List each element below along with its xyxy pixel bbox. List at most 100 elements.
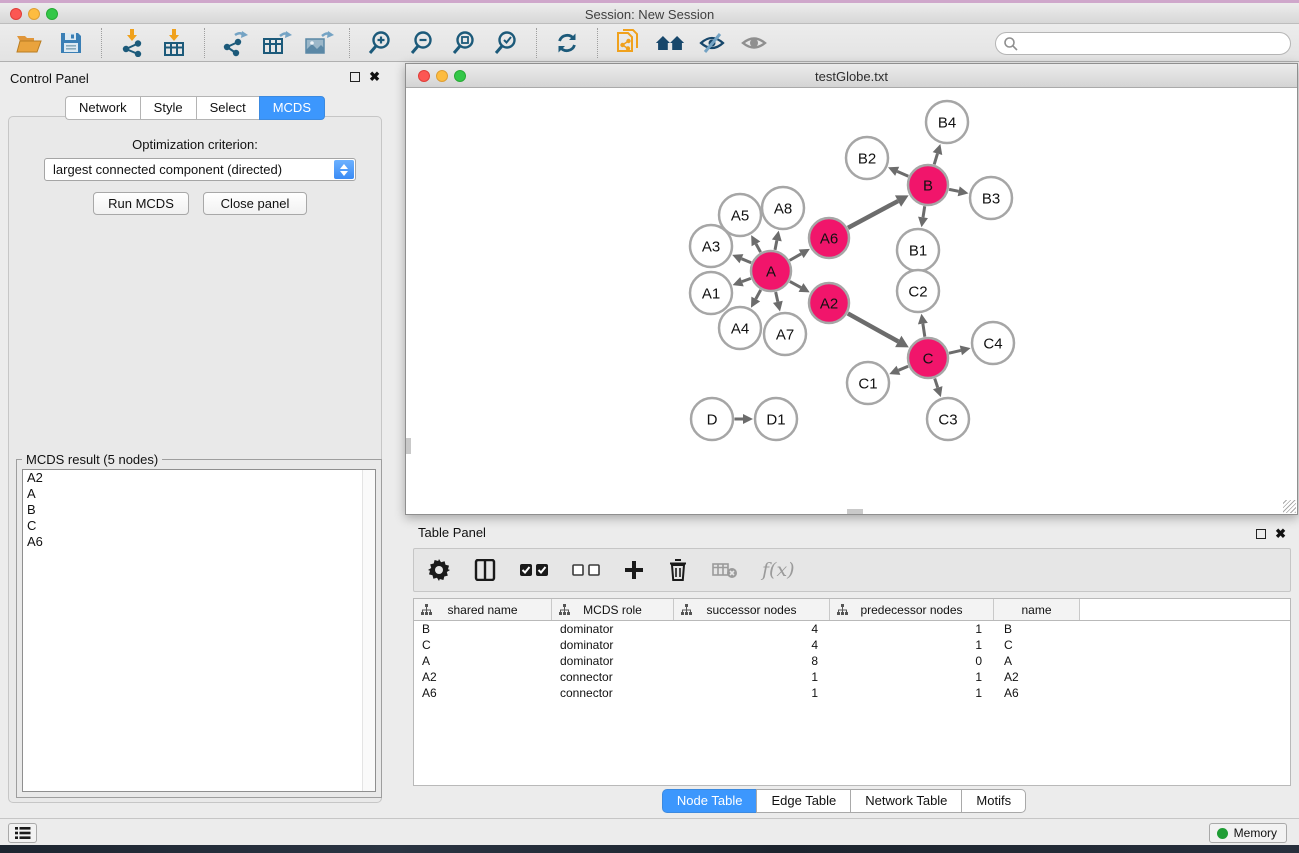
column-header-successor-nodes[interactable]: successor nodes [674,599,830,620]
node-table-header[interactable]: shared nameMCDS rolesuccessor nodesprede… [414,599,1290,621]
graph-node-D[interactable]: D [691,398,733,440]
search-input[interactable] [995,32,1291,55]
dropdown-stepper-icon[interactable] [334,160,354,179]
graph-node-C3[interactable]: C3 [927,398,969,440]
column-header-MCDS-role[interactable]: MCDS role [552,599,674,620]
settings-gear-icon[interactable] [428,559,450,581]
edge-B-B4[interactable] [934,154,937,165]
graph-node-A1[interactable]: A1 [690,272,732,314]
edge-A-A3[interactable] [741,259,751,263]
import-network-icon[interactable] [117,28,147,58]
zoom-selected-icon[interactable] [491,28,521,58]
edge-A-A2[interactable] [790,281,801,287]
graph-node-A6[interactable]: A6 [809,218,849,258]
tab-style[interactable]: Style [140,96,196,120]
result-item[interactable]: A2 [23,470,375,486]
graph-node-C2[interactable]: C2 [897,270,939,312]
edge-A-A6[interactable] [790,254,801,261]
control-panel-float-icon[interactable] [350,72,360,82]
show-panels-eye-icon[interactable] [739,28,769,58]
tab-motifs[interactable]: Motifs [961,789,1026,813]
tab-edge-table[interactable]: Edge Table [756,789,850,813]
home-icon[interactable] [655,28,685,58]
window-resize-grip[interactable] [1283,500,1296,513]
column-header-name[interactable]: name [994,599,1080,620]
memory-button[interactable]: Memory [1209,823,1287,843]
table-panel-close-icon[interactable]: ✖ [1275,526,1286,542]
edge-C-C3[interactable] [935,378,938,387]
result-item[interactable]: A [23,486,375,502]
graph-node-A8[interactable]: A8 [762,187,804,229]
network-canvas[interactable]: B4B2BB3A8A5A6A3B1AC2A1A2A4A7C4CC1C3DD1 [406,89,1297,514]
delete-column-trash-icon[interactable] [668,559,688,581]
graph-node-B1[interactable]: B1 [897,229,939,271]
table-row[interactable]: A2connector11A2 [414,669,1290,685]
zoom-in-icon[interactable] [365,28,395,58]
export-table-icon[interactable] [262,28,292,58]
table-row[interactable]: Bdominator41B [414,621,1290,637]
result-item[interactable]: C [23,518,375,534]
canvas-horizontal-scroll-thumb[interactable] [847,509,863,514]
select-all-checkboxes-icon[interactable] [520,563,548,577]
export-network-icon[interactable] [220,28,250,58]
graph-node-D1[interactable]: D1 [755,398,797,440]
graph-node-B3[interactable]: B3 [970,177,1012,219]
graph-node-C[interactable]: C [908,338,948,378]
graph-node-A4[interactable]: A4 [719,307,761,349]
table-row[interactable]: Cdominator41C [414,637,1290,653]
task-history-button[interactable] [8,823,37,843]
mcds-result-list[interactable]: A2ABCA6 [22,469,376,792]
add-column-icon[interactable] [624,560,644,580]
edge-C-C1[interactable] [898,366,908,370]
delete-table-icon[interactable] [712,561,738,579]
graph-node-C1[interactable]: C1 [847,362,889,404]
zoom-fit-icon[interactable] [449,28,479,58]
table-row[interactable]: Adominator80A [414,653,1290,669]
edge-B-B1[interactable] [923,206,925,217]
save-session-icon[interactable] [56,28,86,58]
tab-mcds[interactable]: MCDS [259,96,325,120]
graph-node-A3[interactable]: A3 [690,225,732,267]
zoom-out-icon[interactable] [407,28,437,58]
edge-A-A4[interactable] [756,290,761,299]
graph-node-B[interactable]: B [908,165,948,205]
canvas-vertical-scroll-thumb[interactable] [406,438,411,454]
graph-node-B2[interactable]: B2 [846,137,888,179]
graph-node-A[interactable]: A [751,251,791,291]
column-header-shared-name[interactable]: shared name [414,599,552,620]
edge-B-B3[interactable] [949,189,959,191]
column-dialog-icon[interactable] [474,559,496,581]
hide-panels-eye-slash-icon[interactable] [697,28,727,58]
run-mcds-button[interactable]: Run MCDS [93,192,189,215]
table-panel-float-icon[interactable] [1256,529,1266,539]
network-window-titlebar[interactable]: testGlobe.txt [406,64,1297,88]
column-header-predecessor-nodes[interactable]: predecessor nodes [830,599,994,620]
refresh-icon[interactable] [552,28,582,58]
close-panel-button[interactable]: Close panel [203,192,307,215]
graph-node-B4[interactable]: B4 [926,101,968,143]
open-session-icon[interactable] [14,28,44,58]
import-table-icon[interactable] [159,28,189,58]
result-item[interactable]: A6 [23,534,375,550]
edge-C-C4[interactable] [949,350,961,353]
function-builder-icon[interactable]: f(x) [762,559,795,581]
edge-C-C2[interactable] [923,324,925,337]
result-item[interactable]: B [23,502,375,518]
edge-A6-B[interactable] [848,201,898,228]
control-panel-close-icon[interactable]: ✖ [369,69,380,85]
graph-node-A7[interactable]: A7 [764,313,806,355]
export-image-icon[interactable] [304,28,334,58]
clone-network-icon[interactable] [613,28,643,58]
edge-A-A1[interactable] [742,278,751,281]
result-list-scrollbar[interactable] [362,470,375,791]
edge-A-A8[interactable] [775,240,777,249]
tab-node-table[interactable]: Node Table [662,789,757,813]
edge-B-B2[interactable] [897,171,908,176]
deselect-all-checkboxes-icon[interactable] [572,563,600,577]
optimization-criterion-dropdown[interactable]: largest connected component (directed) [44,158,356,181]
edge-A2-C[interactable] [848,313,898,341]
graph-node-A2[interactable]: A2 [809,283,849,323]
network-graph[interactable]: B4B2BB3A8A5A6A3B1AC2A1A2A4A7C4CC1C3DD1 [406,89,1297,514]
tab-network-table[interactable]: Network Table [850,789,961,813]
table-row[interactable]: A6connector11A6 [414,685,1290,701]
